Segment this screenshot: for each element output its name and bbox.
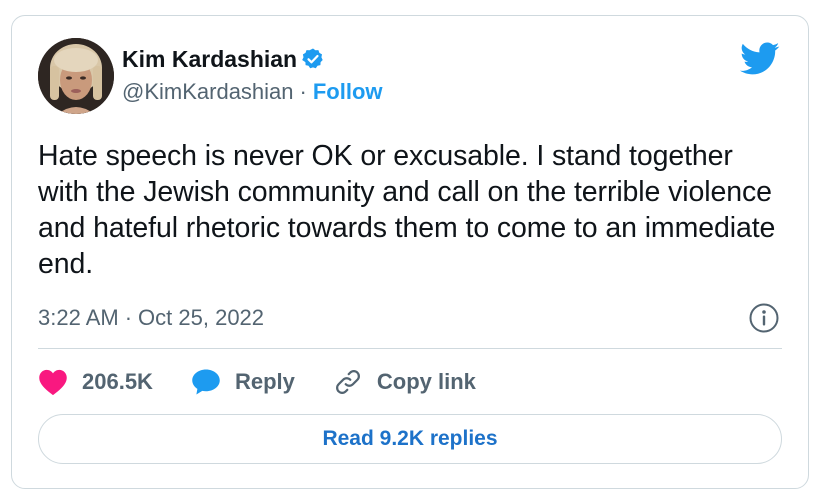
- reply-label: Reply: [234, 369, 295, 394]
- copy-link-button[interactable]: Copy link: [333, 367, 476, 397]
- timestamp-separator: ·: [124, 305, 133, 330]
- verified-badge-icon: [301, 47, 325, 71]
- divider: [38, 348, 782, 349]
- tweet-timestamp[interactable]: 3:22 AM · Oct 25, 2022: [38, 303, 264, 333]
- speech-bubble-icon: [191, 368, 221, 396]
- tweet-date[interactable]: Oct 25, 2022: [138, 305, 264, 331]
- reply-button[interactable]: Reply: [191, 368, 295, 396]
- link-icon: [333, 367, 363, 397]
- author-handle[interactable]: @KimKardashian: [122, 79, 294, 105]
- avatar-image: [38, 38, 114, 114]
- info-icon[interactable]: [748, 302, 780, 334]
- read-replies-button[interactable]: Read 9.2K replies: [38, 414, 782, 464]
- avatar[interactable]: [38, 38, 114, 114]
- like-count: 206.5K: [82, 369, 153, 394]
- author-name[interactable]: Kim Kardashian: [122, 46, 297, 73]
- twitter-bird-icon[interactable]: [740, 42, 780, 76]
- like-button[interactable]: 206.5K: [38, 368, 153, 396]
- read-replies-label: Read 9.2K replies: [322, 427, 498, 450]
- action-bar: 206.5K Reply Copy link: [38, 365, 476, 399]
- author-handle-row: @KimKardashian · Follow: [122, 78, 383, 106]
- follow-link[interactable]: Follow: [313, 79, 383, 105]
- handle-separator: ·: [299, 79, 307, 104]
- heart-icon: [38, 368, 68, 396]
- author-name-row: Kim Kardashian: [122, 44, 325, 74]
- copy-link-label: Copy link: [376, 369, 476, 394]
- tweet-text: Hate speech is never OK or excusable. I …: [38, 140, 776, 280]
- tweet-time[interactable]: 3:22 AM: [38, 305, 119, 331]
- tweet-card: Kim Kardashian @KimKardashian · Follow H…: [11, 15, 809, 489]
